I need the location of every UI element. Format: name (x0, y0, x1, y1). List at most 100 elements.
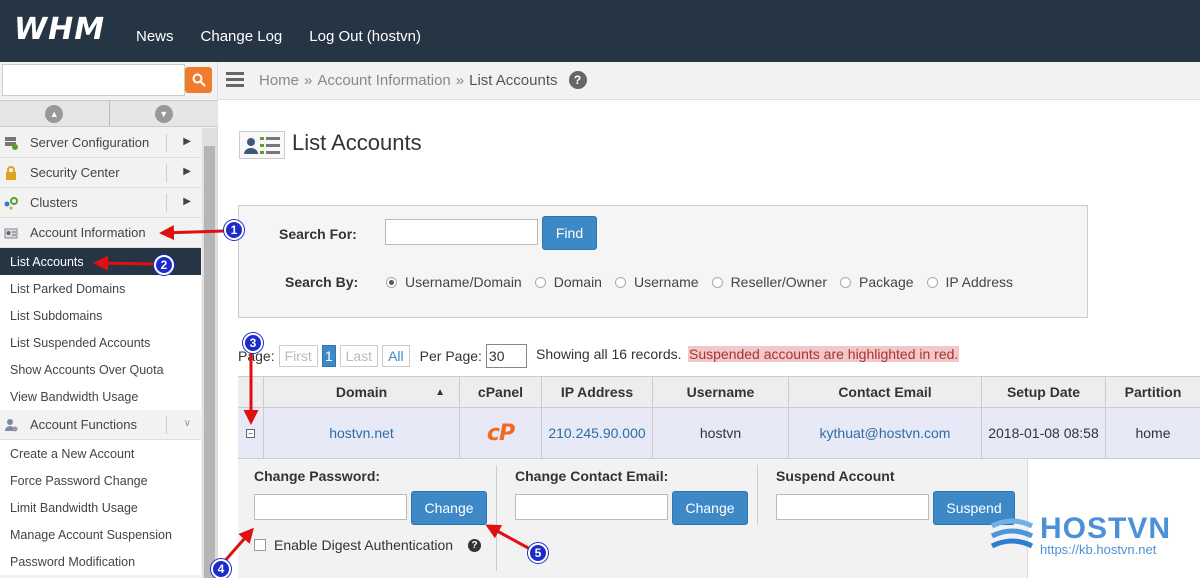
chevron-down-icon[interactable]: ∨ (184, 418, 191, 429)
sidebar-category-label: Security Center (30, 165, 120, 180)
watermark-url: https://kb.hostvn.net (1040, 542, 1157, 557)
row-expand-cell: − (238, 408, 264, 458)
annotation-badge-1: 1 (224, 220, 244, 240)
page-last-button[interactable]: Last (339, 345, 379, 367)
breadcrumb-bar: Home » Account Information » List Accoun… (218, 62, 1200, 100)
row-cpanel-cell: cP (460, 408, 542, 458)
radio-username-domain[interactable]: Username/Domain (386, 274, 522, 290)
radio-label: IP Address (945, 274, 1013, 290)
radio-ip-address[interactable]: IP Address (926, 274, 1013, 290)
sidebar-item-list-suspended-accounts[interactable]: List Suspended Accounts (0, 329, 201, 356)
sidebar-search-button[interactable] (185, 67, 212, 93)
sidebar-item-manage-account-suspension[interactable]: Manage Account Suspension (0, 521, 201, 548)
chevron-down-icon: ▼ (154, 104, 173, 123)
top-nav: News Change Log Log Out (hostvn) (136, 28, 421, 45)
search-for-input[interactable] (385, 219, 538, 245)
menu-toggle-icon[interactable] (226, 72, 244, 90)
divider (166, 164, 167, 182)
header-setup-date[interactable]: Setup Date (982, 377, 1106, 407)
search-icon (192, 73, 206, 87)
chevron-up-icon: ▲ (45, 104, 64, 123)
radio-icon (840, 276, 852, 288)
expand-right-icon[interactable]: ▶ (183, 166, 191, 177)
search-by-label: Search By: (285, 274, 359, 290)
header-domain[interactable]: Domain ▲ (264, 377, 460, 407)
radio-label: Reseller/Owner (730, 274, 828, 290)
sidebar-item-show-accounts-over-quota[interactable]: Show Accounts Over Quota (0, 356, 201, 383)
hostvn-logo-icon (990, 518, 1034, 549)
scroll-down-button[interactable]: ▼ (109, 101, 218, 126)
lock-icon (6, 165, 16, 180)
breadcrumb-home[interactable]: Home (259, 72, 299, 89)
expand-right-icon[interactable]: ▶ (183, 196, 191, 207)
help-icon[interactable]: ? (568, 71, 587, 89)
change-password-button[interactable]: Change (411, 491, 487, 525)
row-domain-link[interactable]: hostvn.net (264, 408, 460, 458)
change-email-button[interactable]: Change (672, 491, 748, 525)
page-first-button[interactable]: First (278, 345, 318, 367)
change-password-input[interactable] (254, 494, 407, 520)
sidebar-search-input[interactable] (2, 64, 185, 96)
search-panel: Search For: Find Search By: Username/Dom… (238, 205, 1088, 318)
header-username[interactable]: Username (653, 377, 789, 407)
cpanel-logo-icon[interactable]: cP (487, 421, 515, 446)
digest-auth-checkbox[interactable] (254, 539, 266, 551)
suspend-reason-input[interactable] (776, 494, 929, 520)
per-page-input[interactable]: 30 (485, 344, 527, 368)
expand-right-icon[interactable]: ▶ (183, 136, 191, 147)
sidebar-item-create-new-account[interactable]: Create a New Account (0, 440, 201, 467)
scroll-up-button[interactable]: ▲ (0, 101, 110, 126)
sidebar-category-security-center[interactable]: Security Center ▶ (0, 158, 201, 188)
sidebar-category-server-configuration[interactable]: Server Configuration ▶ (0, 128, 201, 158)
radio-reseller-owner[interactable]: Reseller/Owner (711, 274, 828, 290)
sidebar-item-force-password-change[interactable]: Force Password Change (0, 467, 201, 494)
divider (166, 134, 167, 152)
divider (166, 194, 167, 212)
change-password-label: Change Password: (254, 468, 381, 484)
sidebar-category-label: Account Information (30, 225, 146, 240)
sidebar-item-password-modification[interactable]: Password Modification (0, 548, 201, 575)
sidebar-item-list-subdomains[interactable]: List Subdomains (0, 302, 201, 329)
row-email-link[interactable]: kythuat@hostvn.com (789, 408, 982, 458)
help-icon[interactable]: ? (468, 539, 481, 552)
sidebar-menu: Server Configuration ▶ Security Center ▶… (0, 128, 201, 575)
radio-icon (711, 276, 723, 288)
radio-username[interactable]: Username (614, 274, 699, 290)
sidebar-category-clusters[interactable]: Clusters ▶ (0, 188, 201, 218)
whm-logo[interactable]: WHM (14, 12, 105, 47)
row-ip-link[interactable]: 210.245.90.000 (542, 408, 653, 458)
header-ip-address[interactable]: IP Address (542, 377, 653, 407)
nav-logout-link[interactable]: Log Out (hostvn) (309, 28, 421, 45)
change-email-input[interactable] (515, 494, 668, 520)
breadcrumb-account-information[interactable]: Account Information (317, 72, 450, 89)
collapse-icon[interactable]: − (246, 428, 255, 438)
watermark-brand: HOSTVN (1040, 512, 1172, 545)
nav-news-link[interactable]: News (136, 28, 174, 45)
sidebar-item-list-parked-domains[interactable]: List Parked Domains (0, 275, 201, 302)
search-for-label: Search For: (279, 226, 357, 242)
breadcrumb-separator: » (455, 71, 465, 89)
sidebar-item-limit-bandwidth-usage[interactable]: Limit Bandwidth Usage (0, 494, 201, 521)
nav-changelog-link[interactable]: Change Log (201, 28, 283, 45)
server-icon (5, 136, 18, 150)
sidebar-category-account-functions[interactable]: Account Functions ∨ (0, 410, 201, 440)
annotation-badge-2: 2 (154, 255, 174, 275)
page-all-button[interactable]: All (382, 345, 410, 367)
list-accounts-icon (239, 131, 285, 159)
sidebar-category-account-information[interactable]: Account Information (0, 218, 201, 248)
annotation-badge-4: 4 (211, 559, 231, 578)
header-partition[interactable]: Partition (1106, 377, 1200, 407)
radio-package[interactable]: Package (840, 274, 914, 290)
sidebar-item-view-bandwidth-usage[interactable]: View Bandwidth Usage (0, 383, 201, 410)
sort-asc-icon[interactable]: ▲ (435, 387, 445, 398)
page-title: List Accounts (292, 130, 422, 155)
find-button[interactable]: Find (542, 216, 597, 250)
sidebar-scrollbar-thumb[interactable] (204, 146, 215, 578)
annotation-badge-5: 5 (528, 543, 548, 563)
sidebar-category-label: Account Functions (30, 417, 137, 432)
radio-domain[interactable]: Domain (534, 274, 602, 290)
header-contact-email[interactable]: Contact Email (789, 377, 982, 407)
radio-label: Username (633, 274, 699, 290)
header-cpanel[interactable]: cPanel (460, 377, 542, 407)
page-current-button[interactable]: 1 (321, 345, 336, 367)
